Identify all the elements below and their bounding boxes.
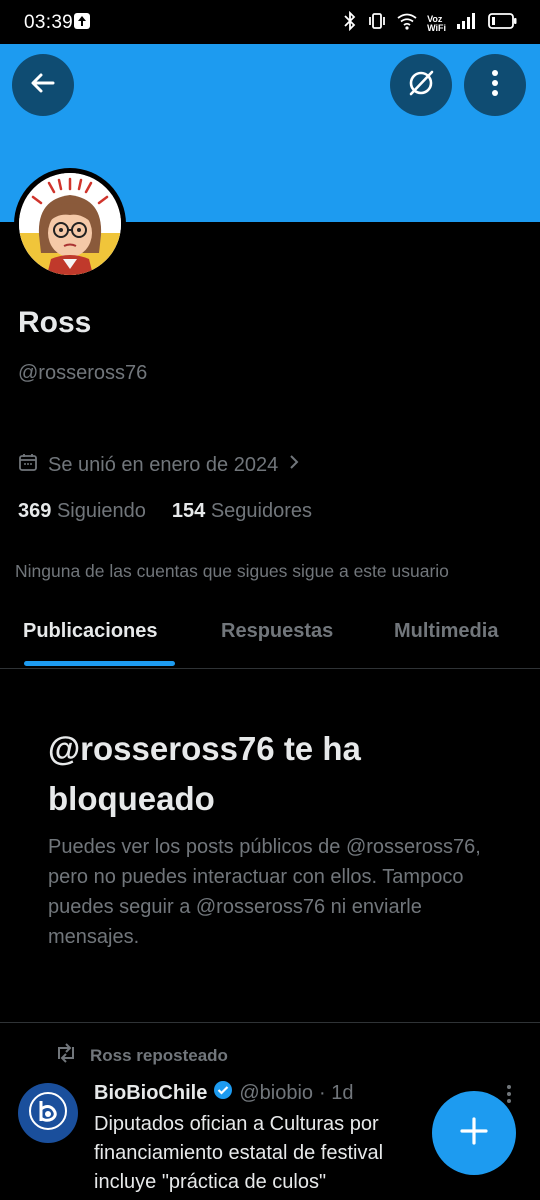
wifi-label: WiFi [427, 22, 446, 33]
biobio-logo-icon [28, 1091, 68, 1136]
author-handle: @biobio [239, 1081, 314, 1104]
search-button[interactable] [390, 54, 452, 116]
mutuals-note: Ninguna de las cuentas que sigues sigue … [15, 561, 449, 581]
tab-multimedia[interactable]: Multimedia [394, 620, 498, 643]
repost-icon [54, 1043, 78, 1068]
author-name[interactable]: BioBioChile [94, 1082, 207, 1105]
following-count: 369 [18, 500, 52, 522]
status-icons: Voz WiFi [343, 10, 518, 36]
followers-link[interactable]: 154 Seguidores [172, 500, 312, 523]
voz-wifi-label: Voz WiFi [427, 14, 446, 33]
blocked-title: @rosseross76 te ha bloqueado [48, 730, 361, 817]
repost-label: Ross reposteado [90, 1045, 228, 1065]
signal-icon [456, 12, 478, 35]
battery-icon [488, 12, 518, 35]
followers-label: Seguidores [210, 500, 313, 522]
back-arrow-icon [29, 69, 57, 102]
avatar-image [19, 173, 121, 275]
plus-icon [459, 1116, 489, 1151]
repost-indicator: Ross reposteado [54, 1043, 228, 1068]
active-tab-indicator [24, 661, 175, 666]
status-time: 03:39 [24, 12, 74, 33]
post-text-line: incluye "práctica de culos" [94, 1171, 327, 1193]
profile-handle: @rosseross76 [18, 362, 148, 384]
tab-respuestas[interactable]: Respuestas [221, 620, 333, 643]
following-link[interactable]: 369 Siguiendo [18, 500, 146, 523]
author-avatar[interactable] [18, 1083, 78, 1143]
blocked-body: Puedes ver los posts públicos de @rosser… [48, 836, 481, 948]
search-off-icon [406, 68, 436, 103]
post-time: · 1d [319, 1081, 354, 1104]
status-bar: 03:39 Voz WiFi [0, 0, 540, 44]
post-header: BioBioChile @biobio · 1d [94, 1080, 354, 1106]
profile-avatar[interactable] [14, 168, 126, 280]
bluetooth-icon [343, 10, 357, 36]
compose-fab[interactable] [432, 1091, 516, 1175]
tab-publicaciones[interactable]: Publicaciones [23, 620, 158, 643]
verified-icon [213, 1080, 233, 1106]
following-label: Siguiendo [56, 500, 146, 522]
back-button[interactable] [12, 54, 74, 116]
divider [0, 1022, 540, 1023]
upload-notification-icon [74, 13, 90, 29]
wifi-icon [397, 12, 417, 35]
more-vertical-icon [491, 69, 499, 102]
more-options-button[interactable] [464, 54, 526, 116]
followers-count: 154 [171, 500, 206, 522]
chevron-right-icon [288, 453, 300, 477]
follow-stats: 369 Siguiendo 154 Seguidores [18, 500, 312, 523]
joined-date-row[interactable]: Se unió en enero de 2024 [18, 452, 300, 478]
vibrate-icon [367, 11, 387, 36]
joined-date-text: Se unió en enero de 2024 [48, 453, 279, 476]
calendar-icon [18, 452, 38, 478]
profile-name: Ross [18, 306, 92, 339]
profile-tabs: Publicaciones Respuestas Multimedia [0, 600, 540, 669]
